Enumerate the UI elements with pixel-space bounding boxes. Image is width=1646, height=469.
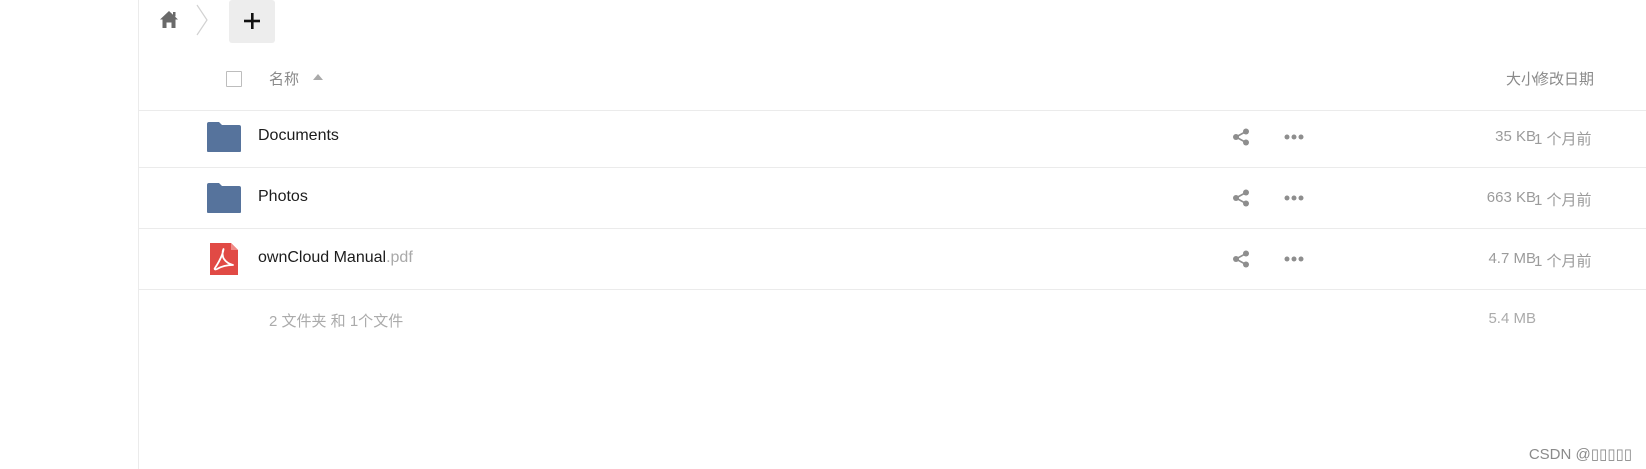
folder-icon: [207, 183, 241, 213]
file-manager-app: 名称 大小 修改日期 Documents 35 KB 1 个月前 Photos …: [0, 0, 1646, 469]
breadcrumb-toolbar: [139, 0, 1646, 45]
file-modified-date: 1 个月前: [1534, 192, 1592, 209]
file-size: 663 KB: [1486, 189, 1536, 206]
files-content: 名称 大小 修改日期 Documents 35 KB 1 个月前 Photos …: [139, 0, 1646, 469]
table-row[interactable]: Photos 663 KB 1 个月前: [139, 168, 1646, 229]
file-name[interactable]: ownCloud Manual.pdf: [258, 249, 413, 267]
file-size: 35 KB: [1495, 128, 1536, 145]
breadcrumb-separator: [195, 4, 209, 36]
more-options-icon[interactable]: [1284, 134, 1304, 140]
file-size: 4.7 MB: [1488, 250, 1536, 267]
folder-icon: [207, 122, 241, 152]
column-header-name[interactable]: 名称: [269, 68, 299, 89]
column-header-size[interactable]: 大小: [1506, 68, 1536, 89]
select-all-checkbox[interactable]: [226, 71, 242, 87]
pdf-icon: [210, 243, 238, 275]
share-icon[interactable]: [1232, 128, 1250, 146]
plus-icon: [244, 13, 260, 29]
more-options-icon[interactable]: [1284, 195, 1304, 201]
column-header-modified[interactable]: 修改日期: [1534, 68, 1594, 89]
left-sidebar: [0, 0, 139, 469]
home-icon[interactable]: [158, 9, 180, 31]
file-name[interactable]: Documents: [258, 127, 339, 145]
table-summary: 2 文件夹 和 1个文件 5.4 MB: [139, 304, 1646, 334]
table-row[interactable]: ownCloud Manual.pdf 4.7 MB 1 个月前: [139, 229, 1646, 290]
file-modified-date: 1 个月前: [1534, 131, 1592, 148]
table-row[interactable]: Documents 35 KB 1 个月前: [139, 107, 1646, 168]
share-icon[interactable]: [1232, 189, 1250, 207]
more-options-icon[interactable]: [1284, 256, 1304, 262]
file-name[interactable]: Photos: [258, 188, 308, 206]
summary-total-size: 5.4 MB: [1488, 310, 1536, 327]
sort-ascending-icon[interactable]: [313, 74, 323, 80]
file-table-header: 名称 大小 修改日期: [139, 55, 1646, 111]
summary-count: 2 文件夹 和 1个文件: [269, 313, 404, 330]
watermark: CSDN @▯▯▯▯▯: [1528, 446, 1632, 463]
share-icon[interactable]: [1232, 250, 1250, 268]
file-modified-date: 1 个月前: [1534, 253, 1592, 270]
new-file-button[interactable]: [229, 0, 275, 43]
